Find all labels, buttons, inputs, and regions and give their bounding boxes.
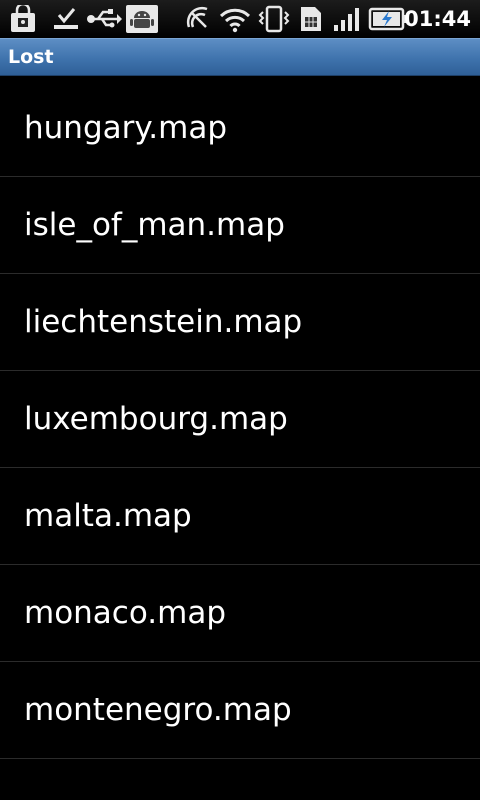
list-item-label: luxembourg.map [24, 401, 288, 437]
sim-card-icon [298, 5, 324, 33]
nfc-icon [184, 5, 212, 33]
list-item-label: malta.map [24, 498, 192, 534]
list-item-label: liechtenstein.map [24, 304, 303, 340]
list-item-label: isle_of_man.map [24, 207, 285, 243]
usb-icon [86, 5, 122, 33]
wifi-icon [218, 5, 252, 33]
battery-charging-icon [368, 5, 408, 33]
status-bar: 01:44 [0, 0, 480, 38]
page-title: Lost [8, 46, 54, 68]
status-time: 01:44 [404, 7, 471, 31]
vibrate-icon [256, 5, 292, 33]
list-item-label: montenegro.map [24, 692, 292, 728]
download-complete-icon [52, 5, 80, 33]
title-bar: Lost [0, 38, 480, 76]
list-item[interactable]: liechtenstein.map [0, 274, 480, 371]
shopping-bag-icon [8, 5, 38, 33]
list-item-label: monaco.map [24, 595, 226, 631]
list-item-label: hungary.map [24, 110, 228, 146]
list-item[interactable]: isle_of_man.map [0, 177, 480, 274]
android-debug-icon [126, 5, 158, 33]
list-item[interactable]: luxembourg.map [0, 371, 480, 468]
signal-icon [332, 5, 362, 33]
list-item[interactable]: hungary.map [0, 80, 480, 177]
list-item[interactable]: malta.map [0, 468, 480, 565]
list-item[interactable]: monaco.map [0, 565, 480, 662]
list-item[interactable]: montenegro.map [0, 662, 480, 759]
file-list: hungary.map isle_of_man.map liechtenstei… [0, 80, 480, 759]
